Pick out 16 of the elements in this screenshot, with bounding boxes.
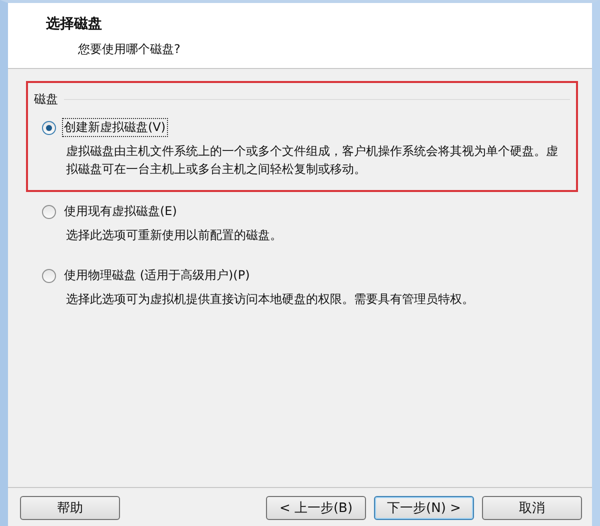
dialog-button[interactable]: 取消 <box>482 496 582 520</box>
page-title: 选择磁盘 <box>46 15 103 33</box>
radio-button[interactable] <box>42 204 56 218</box>
dialog-button[interactable]: 下一步(N) > <box>374 496 474 520</box>
page-subtitle: 您要使用哪个磁盘? <box>78 41 182 58</box>
dialog-button[interactable]: 帮助 <box>20 496 120 520</box>
option-description: 选择此选项可重新使用以前配置的磁盘。 <box>66 227 283 244</box>
dialog-button[interactable]: < 上一步(B) <box>266 496 366 520</box>
radio-button[interactable] <box>42 268 56 282</box>
option-label[interactable]: 创建新虚拟磁盘(V) <box>62 118 168 137</box>
option-description: 虚拟磁盘由主机文件系统上的一个或多个文件组成，客户机操作系统会将其视为单个硬盘。虚拟磁盘可在一台主机上或多台主机之间轻松复制或移动。 <box>66 143 559 178</box>
option-description: 选择此选项可为虚拟机提供直接访问本地硬盘的权限。需要具有管理员特权。 <box>66 291 475 308</box>
group-label: 磁盘 <box>34 91 58 108</box>
option-label[interactable]: 使用物理磁盘 (适用于高级用户)(P) <box>62 266 252 285</box>
option-label[interactable]: 使用现有虚拟磁盘(E) <box>62 202 179 221</box>
radio-button[interactable] <box>42 120 56 134</box>
